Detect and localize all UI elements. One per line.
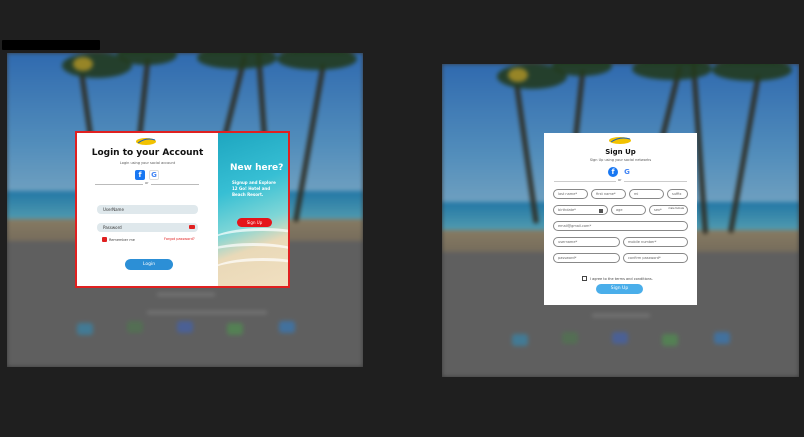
signup-card: Sign Up Sign Up using your social networ…: [544, 133, 697, 305]
login-card: Login to your Account Login using your s…: [75, 131, 290, 288]
remember-label: Remember me: [109, 237, 135, 242]
username-input[interactable]: UserName: [97, 205, 198, 214]
promo-text: Signup and Explore 12 Go! Hotel and Beac…: [232, 180, 276, 197]
login-subtitle: Login using your social account: [119, 161, 176, 165]
or-label: or: [616, 178, 624, 182]
terms-label: I agree to the terms and conditions.: [590, 276, 653, 281]
terms-agreement[interactable]: I agree to the terms and conditions.: [582, 276, 653, 281]
signup-button[interactable]: Sign Up: [596, 284, 643, 294]
signup-subtitle: Sign Up using your social networks: [589, 158, 652, 162]
email-input[interactable]: email@gmail.com*: [553, 221, 688, 231]
google-icon[interactable]: G: [149, 170, 159, 180]
age-input[interactable]: age: [611, 205, 646, 215]
signup-screen: Sign Up Sign Up using your social networ…: [442, 64, 799, 377]
suffix-input[interactable]: suffix: [667, 189, 688, 199]
login-title: Login to your Account: [91, 148, 204, 158]
sex-options: male female: [668, 207, 684, 210]
site-logo-bar: [2, 40, 100, 50]
password-toggle-icon[interactable]: [189, 225, 195, 229]
facebook-icon[interactable]: f: [135, 170, 145, 180]
birthdate-placeholder: birthdate*: [558, 208, 576, 212]
brand-logo: [609, 137, 631, 144]
sex-placeholder: sex*: [654, 208, 662, 212]
remember-me[interactable]: Remember me: [102, 237, 135, 242]
first-name-input[interactable]: first name*: [591, 189, 626, 199]
password-input[interactable]: password*: [553, 253, 620, 263]
promo-title: New here?: [230, 163, 284, 173]
mi-input[interactable]: mi: [629, 189, 664, 199]
signup-title: Sign Up: [605, 148, 636, 156]
forgot-password-link[interactable]: Forgot password?: [164, 237, 195, 241]
mobile-input[interactable]: mobile number*: [623, 237, 688, 247]
password-placeholder: Password: [103, 225, 122, 230]
terms-checkbox[interactable]: [582, 276, 587, 281]
promo-panel: New here? Signup and Explore 12 Go! Hote…: [218, 133, 288, 286]
login-panel: Login to your Account Login using your s…: [77, 133, 218, 286]
login-button[interactable]: Login: [125, 259, 173, 270]
facebook-icon[interactable]: f: [608, 167, 618, 177]
login-screen: Login to your Account Login using your s…: [7, 53, 363, 367]
brand-logo: [136, 138, 156, 145]
birthdate-input[interactable]: birthdate*: [553, 205, 608, 215]
calendar-icon[interactable]: [599, 209, 603, 213]
password-input[interactable]: Password: [97, 223, 198, 232]
or-label: or: [143, 181, 151, 185]
sex-select[interactable]: sex* male female: [649, 205, 688, 215]
promo-signup-button[interactable]: Sign Up: [237, 218, 272, 227]
last-name-input[interactable]: last name*: [553, 189, 588, 199]
username-input[interactable]: username*: [553, 237, 620, 247]
google-icon[interactable]: G: [622, 167, 632, 177]
remember-checkbox[interactable]: [102, 237, 107, 242]
confirm-password-input[interactable]: confirm password*: [623, 253, 688, 263]
